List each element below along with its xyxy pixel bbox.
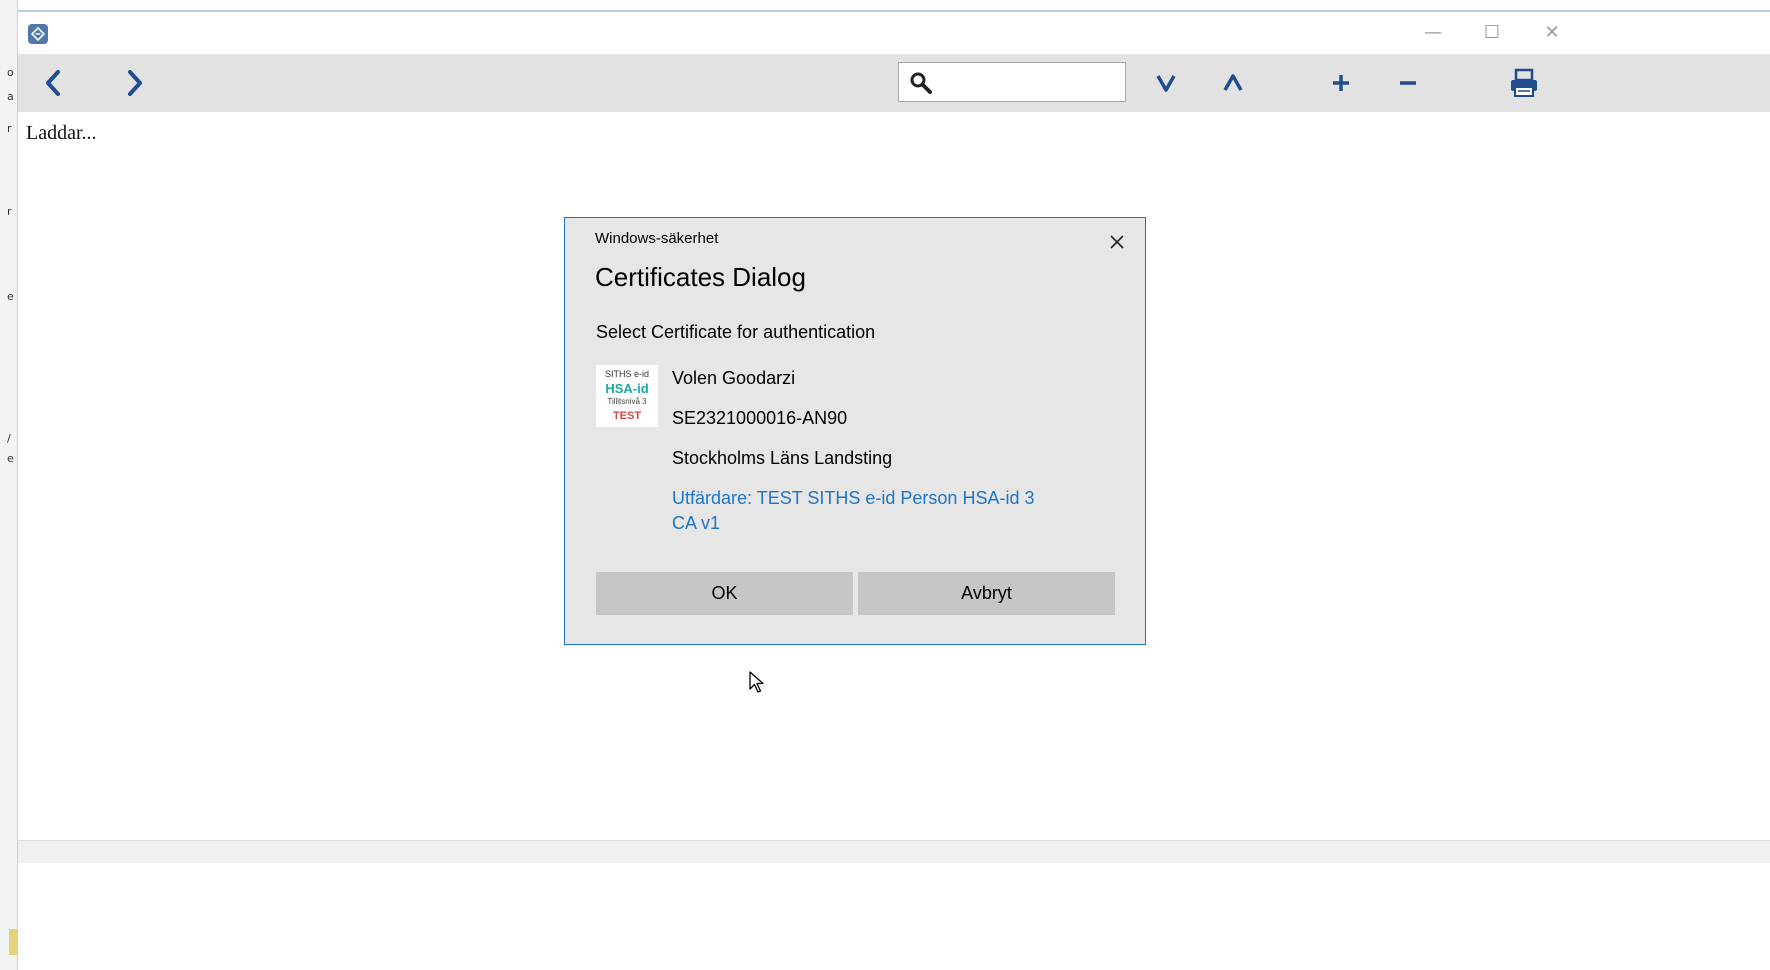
chevron-right-icon	[128, 70, 142, 96]
cancel-button[interactable]: Avbryt	[858, 572, 1115, 615]
minimize-button[interactable]: —	[1413, 20, 1453, 46]
dialog-title: Certificates Dialog	[595, 262, 806, 292]
minus-icon	[1400, 81, 1416, 85]
mouse-cursor-icon	[748, 670, 766, 699]
back-button[interactable]	[36, 66, 72, 100]
chevron-left-icon	[46, 70, 60, 96]
status-bar	[18, 840, 1770, 863]
close-icon	[1110, 235, 1124, 249]
forward-button[interactable]	[116, 66, 152, 100]
find-previous-icon	[1223, 74, 1243, 91]
ok-button[interactable]: OK	[596, 572, 853, 615]
certificate-logo: SITHS e-id HSA-id Tillitsnivå 3 TEST	[596, 365, 658, 427]
certificate-organization: Stockholms Läns Landsting	[672, 448, 893, 468]
certificate-holder-name: Volen Goodarzi	[672, 368, 796, 388]
certificate-id: SE2321000016-AN90	[672, 408, 848, 428]
printer-icon	[1511, 68, 1537, 97]
dialog-subtitle: Windows-säkerhet	[595, 230, 719, 247]
close-window-button[interactable]: ✕	[1532, 20, 1572, 46]
print-button[interactable]	[1504, 64, 1544, 102]
certificate-issuer-link[interactable]: Utfärdare: TEST SITHS e-id Person HSA-id…	[672, 486, 1062, 536]
find-previous-button[interactable]	[1213, 64, 1253, 102]
plus-icon	[1333, 75, 1349, 91]
find-next-button[interactable]	[1146, 64, 1186, 102]
title-bar: — ☐ ✕	[18, 12, 1770, 54]
search-input[interactable]	[937, 69, 1121, 97]
loading-text: Laddar...	[26, 122, 97, 144]
dialog-prompt: Select Certificate for authentication	[596, 322, 876, 342]
certificates-dialog: Windows-säkerhet Certificates Dialog Sel…	[564, 217, 1146, 645]
app-icon	[28, 24, 48, 44]
dialog-close-button[interactable]	[1097, 226, 1137, 258]
zoom-out-button[interactable]	[1388, 64, 1428, 102]
search-box	[898, 62, 1126, 102]
find-next-icon	[1156, 75, 1176, 92]
toolbar	[18, 54, 1770, 112]
background-window-edge: o a r r e / e	[0, 0, 18, 970]
search-icon	[909, 71, 933, 100]
zoom-in-button[interactable]	[1321, 64, 1361, 102]
maximize-button[interactable]: ☐	[1472, 20, 1512, 46]
